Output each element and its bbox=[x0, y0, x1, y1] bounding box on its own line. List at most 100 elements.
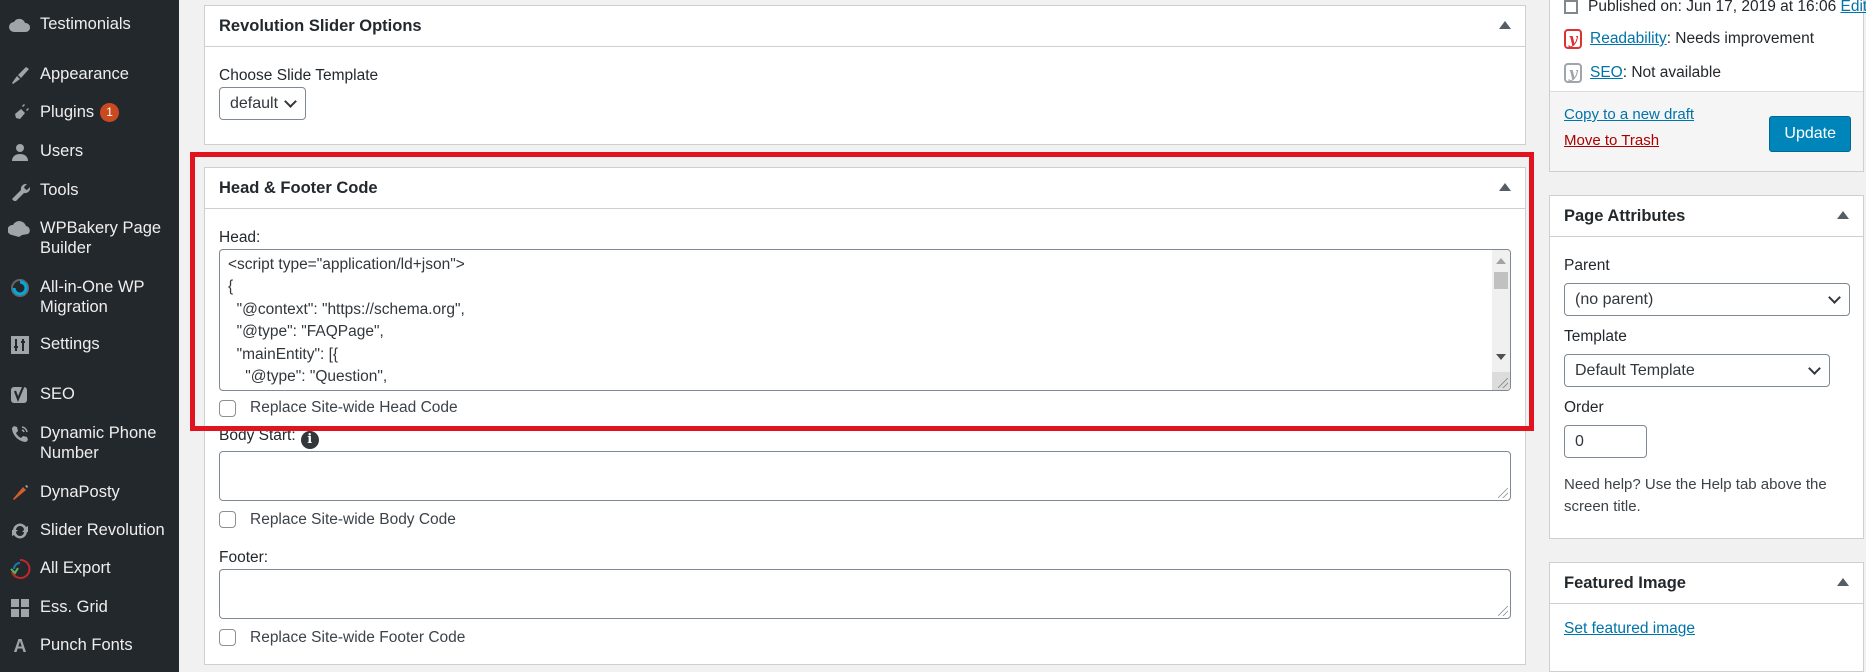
sidebar-item-punch-fonts[interactable]: A Punch Fonts bbox=[0, 635, 179, 657]
sidebar-item-label: Testimonials bbox=[40, 15, 131, 33]
edit-date-link[interactable]: Edit bbox=[1841, 0, 1866, 16]
collapse-arrow-icon[interactable] bbox=[1837, 578, 1849, 586]
sidebar-item-all-export[interactable]: All Export bbox=[0, 558, 179, 580]
info-icon[interactable]: i bbox=[300, 430, 319, 449]
footer-code-label: Footer: bbox=[219, 548, 269, 566]
replace-head-code-checkbox[interactable] bbox=[219, 399, 236, 417]
order-input[interactable]: 0 bbox=[1564, 425, 1647, 458]
user-icon bbox=[8, 141, 32, 163]
template-value: Default Template bbox=[1575, 361, 1695, 379]
publish-actions: Copy to a new draft Move to Trash Update bbox=[1550, 91, 1863, 171]
head-footer-code-header[interactable]: Head & Footer Code bbox=[205, 168, 1525, 209]
collapse-arrow-icon[interactable] bbox=[1499, 21, 1511, 29]
footer-code-textarea[interactable] bbox=[219, 568, 1511, 619]
sidebar-item-label: WPBakery Page Builder bbox=[40, 219, 162, 257]
grid-icon bbox=[8, 597, 32, 619]
sidebar-item-appearance[interactable]: Appearance bbox=[0, 64, 179, 86]
page-attributes-box: Page Attributes Parent (no parent) Templ… bbox=[1549, 195, 1864, 539]
readability-row: y Readability: Needs improvement bbox=[1564, 29, 1814, 49]
body-start-content bbox=[220, 452, 1510, 456]
sidebar-item-all-in-one-migration[interactable]: All-in-One WP Migration bbox=[0, 277, 179, 317]
head-code-label: Head: bbox=[219, 229, 261, 246]
sidebar-item-dynaposty[interactable]: DynaPosty bbox=[0, 482, 179, 504]
sidebar-item-label: All-in-One WP Migration bbox=[40, 278, 145, 316]
revslider-options-title: Revolution Slider Options bbox=[219, 16, 422, 35]
head-code-textarea[interactable]: <script type="application/ld+json"> { "@c… bbox=[219, 249, 1511, 391]
resize-grip-icon[interactable] bbox=[1498, 605, 1508, 616]
sidebar-item-users[interactable]: Users bbox=[0, 141, 179, 163]
scroll-down-arrow-icon[interactable] bbox=[1496, 354, 1506, 360]
sidebar-item-label: Slider Revolution bbox=[40, 521, 165, 539]
sidebar-item-testimonials[interactable]: Testimonials bbox=[0, 14, 179, 36]
seo-row: y SEO: Not available bbox=[1564, 63, 1721, 83]
featured-image-box: Featured Image Set featured image bbox=[1549, 562, 1864, 672]
wpbakery-cloud-icon bbox=[8, 218, 32, 240]
readability-link[interactable]: Readability bbox=[1590, 30, 1667, 48]
export-icon bbox=[8, 558, 32, 580]
template-select[interactable]: Default Template bbox=[1564, 354, 1830, 387]
scroll-up-arrow-icon[interactable] bbox=[1496, 258, 1506, 264]
collapse-arrow-icon[interactable] bbox=[1499, 183, 1511, 191]
featured-image-header[interactable]: Featured Image bbox=[1550, 563, 1863, 604]
template-label: Template bbox=[1564, 328, 1627, 345]
slide-template-label: Choose Slide Template bbox=[219, 67, 379, 84]
sidebar-item-label: Punch Fonts bbox=[40, 636, 133, 654]
replace-footer-code-row[interactable]: Replace Site-wide Footer Code bbox=[219, 629, 1511, 647]
body-start-label: Body Start: bbox=[219, 427, 296, 444]
paintbrush-icon bbox=[8, 64, 32, 86]
sidebar-item-wpbakery[interactable]: WPBakery Page Builder bbox=[0, 218, 179, 258]
sidebar-item-label: Plugins bbox=[40, 103, 95, 121]
copy-to-draft-link[interactable]: Copy to a new draft bbox=[1564, 106, 1694, 123]
textarea-scrollbar[interactable] bbox=[1492, 250, 1510, 390]
sidebar-item-settings[interactable]: Settings bbox=[0, 334, 179, 356]
page-attributes-header[interactable]: Page Attributes bbox=[1550, 196, 1863, 237]
body-start-textarea[interactable] bbox=[219, 450, 1511, 501]
yoast-icon bbox=[8, 384, 32, 406]
sidebar-item-dynamic-phone[interactable]: Dynamic Phone Number bbox=[0, 423, 179, 463]
resize-grip-icon[interactable] bbox=[1498, 487, 1508, 498]
slide-template-value: default bbox=[230, 94, 279, 112]
sidebar-item-label: Appearance bbox=[40, 65, 129, 83]
resize-handle[interactable] bbox=[1492, 372, 1510, 390]
calendar-icon bbox=[1564, 0, 1578, 14]
page-attributes-title: Page Attributes bbox=[1564, 206, 1686, 225]
replace-body-code-row[interactable]: Replace Site-wide Body Code bbox=[219, 511, 1511, 529]
order-value: 0 bbox=[1575, 432, 1584, 450]
head-footer-code-box: Head & Footer Code Head: <script type="a… bbox=[204, 167, 1526, 665]
slide-template-select[interactable]: default bbox=[219, 87, 306, 120]
wrench-icon bbox=[8, 180, 32, 202]
order-label: Order bbox=[1564, 399, 1604, 416]
sidebar-item-label: Settings bbox=[40, 335, 100, 353]
readability-status: : Needs improvement bbox=[1666, 30, 1814, 47]
replace-footer-code-checkbox[interactable] bbox=[219, 629, 236, 646]
update-button[interactable]: Update bbox=[1769, 116, 1851, 152]
collapse-arrow-icon[interactable] bbox=[1837, 211, 1849, 219]
revslider-options-header[interactable]: Revolution Slider Options bbox=[205, 6, 1525, 47]
sidebar-item-ess-grid[interactable]: Ess. Grid bbox=[0, 597, 179, 619]
replace-head-code-row[interactable]: Replace Site-wide Head Code bbox=[219, 399, 1511, 417]
sidebar-item-label: Users bbox=[40, 142, 84, 160]
sidebar-item-slider-revolution[interactable]: Slider Revolution bbox=[0, 520, 179, 542]
published-on-row: Published on: Jun 17, 2019 at 16:06 Edit bbox=[1564, 0, 1866, 16]
sidebar-item-label: Tools bbox=[40, 181, 79, 199]
update-count-badge: 1 bbox=[100, 103, 120, 122]
move-to-trash-link[interactable]: Move to Trash bbox=[1564, 132, 1659, 149]
seo-link[interactable]: SEO bbox=[1590, 64, 1623, 82]
code-line: "@type": "Question", bbox=[228, 368, 388, 386]
plugin-icon bbox=[8, 102, 32, 124]
sidebar-item-plugins[interactable]: Plugins 1 bbox=[0, 102, 179, 124]
chevron-down-icon bbox=[1828, 290, 1841, 304]
featured-image-title: Featured Image bbox=[1564, 573, 1686, 592]
scrollbar-thumb[interactable] bbox=[1494, 272, 1508, 289]
sidebar-item-label: All Export bbox=[40, 559, 111, 577]
sidebar-item-seo[interactable]: SEO bbox=[0, 384, 179, 406]
publish-box: Published on: Jun 17, 2019 at 16:06 Edit… bbox=[1549, 0, 1866, 172]
settings-sliders-icon bbox=[8, 334, 32, 356]
revslider-options-box: Revolution Slider Options Choose Slide T… bbox=[204, 5, 1526, 145]
replace-body-code-checkbox[interactable] bbox=[219, 511, 236, 528]
set-featured-image-link[interactable]: Set featured image bbox=[1564, 620, 1695, 637]
head-code-content: <script type="application/ld+json"> { "@c… bbox=[220, 250, 1510, 388]
yoast-readability-icon: y bbox=[1564, 29, 1582, 49]
sidebar-item-tools[interactable]: Tools bbox=[0, 180, 179, 202]
parent-select[interactable]: (no parent) bbox=[1564, 283, 1850, 316]
